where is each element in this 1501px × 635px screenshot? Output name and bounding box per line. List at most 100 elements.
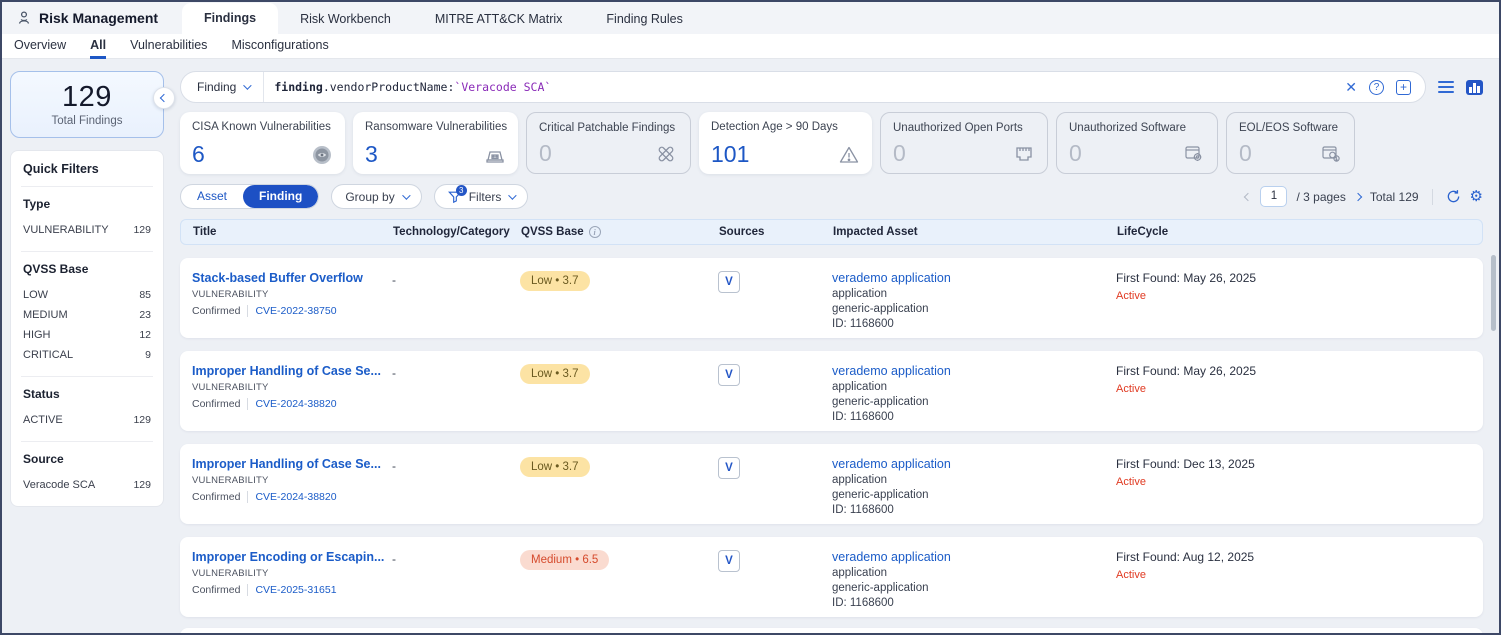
source-badge-veracode[interactable]: V xyxy=(718,271,740,293)
ethernet-port-icon xyxy=(1013,143,1035,165)
ransomware-icon xyxy=(484,144,506,166)
filter-item-veracode-sca[interactable]: Veracode SCA 129 xyxy=(23,475,151,495)
filter-item-medium[interactable]: MEDIUM 23 xyxy=(23,305,151,325)
filters-dropdown[interactable]: 3 Filters xyxy=(434,184,529,209)
asset-type: application xyxy=(832,567,1116,579)
asset-toggle-button[interactable]: Asset xyxy=(181,185,243,208)
asset-name-link[interactable]: verademo application xyxy=(832,550,1116,564)
filter-section-type: Type VULNERABILITY 129 xyxy=(21,187,153,252)
card-detection-age[interactable]: Detection Age > 90 Days 101 xyxy=(699,112,872,174)
refresh-icon[interactable] xyxy=(1446,189,1461,204)
filter-item-critical[interactable]: CRITICAL 9 xyxy=(23,345,151,365)
lifecycle-state: Active xyxy=(1116,383,1483,395)
chevron-left-icon xyxy=(160,94,168,102)
search-scope-label: Finding xyxy=(197,80,236,94)
query-field: .vendorProductName: xyxy=(323,80,455,94)
sidebar-collapse-button[interactable] xyxy=(153,87,175,109)
filter-section-title: Status xyxy=(23,387,151,401)
subnav-vulnerabilities[interactable]: Vulnerabilities xyxy=(130,34,207,59)
first-found: First Found: Aug 12, 2025 xyxy=(1116,550,1483,564)
card-value: 6 xyxy=(192,143,205,166)
vertical-scrollbar[interactable] xyxy=(1491,255,1496,331)
col-title: Title xyxy=(193,226,393,238)
filters-badge: 3 xyxy=(456,185,467,196)
tab-mitre-attack-matrix[interactable]: MITRE ATT&CK Matrix xyxy=(413,4,585,34)
tab-risk-workbench[interactable]: Risk Workbench xyxy=(278,4,413,34)
info-icon[interactable]: i xyxy=(589,226,601,238)
chevron-down-icon xyxy=(402,191,410,199)
finding-type: VULNERABILITY xyxy=(192,382,392,393)
prev-page-icon[interactable] xyxy=(1244,192,1252,200)
table-row[interactable]: Stack-based Buffer Overflow VULNERABILIT… xyxy=(180,258,1483,338)
asset-subtype: generic-application xyxy=(832,582,1116,594)
asset-name-link[interactable]: verademo application xyxy=(832,271,1116,285)
card-eol-eos-software[interactable]: EOL/EOS Software 0 xyxy=(1226,112,1355,174)
chevron-down-icon xyxy=(244,81,252,89)
card-value: 0 xyxy=(1239,142,1252,165)
group-by-dropdown[interactable]: Group by xyxy=(331,184,421,209)
table-row[interactable]: Improper Handling of Case Se... VULNERAB… xyxy=(180,444,1483,524)
source-badge-veracode[interactable]: V xyxy=(718,364,740,386)
warning-triangle-icon xyxy=(838,144,860,166)
subnav-all[interactable]: All xyxy=(90,34,106,59)
filter-item-vulnerability[interactable]: VULNERABILITY 129 xyxy=(23,220,151,240)
asset-subtype: generic-application xyxy=(832,303,1116,315)
asset-name-link[interactable]: verademo application xyxy=(832,364,1116,378)
cve-link[interactable]: CVE-2024-38820 xyxy=(248,491,336,503)
qvss-pill: Medium • 6.5 xyxy=(520,550,609,570)
pages-total-label: / 3 pages xyxy=(1296,190,1345,204)
subnav-overview[interactable]: Overview xyxy=(14,34,66,59)
source-badge-veracode[interactable]: V xyxy=(718,550,740,572)
filter-label: ACTIVE xyxy=(23,414,63,426)
card-unauthorized-open-ports[interactable]: Unauthorized Open Ports 0 xyxy=(880,112,1048,174)
list-view-icon[interactable] xyxy=(1438,81,1454,93)
source-badge-veracode[interactable]: V xyxy=(718,457,740,479)
filter-count: 129 xyxy=(133,479,151,491)
subnav-misconfigurations[interactable]: Misconfigurations xyxy=(231,34,328,59)
card-unauthorized-software[interactable]: Unauthorized Software 0 xyxy=(1056,112,1218,174)
card-ransomware-vulnerabilities[interactable]: Ransomware Vulnerabilities 3 xyxy=(353,112,518,174)
card-cisa-known-vulnerabilities[interactable]: CISA Known Vulnerabilities 6 xyxy=(180,112,345,174)
card-value: 3 xyxy=(365,143,378,166)
cve-link[interactable]: CVE-2022-38750 xyxy=(248,305,336,317)
finding-title-link[interactable]: Improper Encoding or Escapin... xyxy=(192,550,392,564)
filter-section-title: Source xyxy=(23,452,151,466)
clear-search-icon[interactable]: ✕ xyxy=(1345,80,1357,94)
search-scope-dropdown[interactable]: Finding xyxy=(181,72,264,102)
risk-management-window: Risk Management Findings Risk Workbench … xyxy=(0,0,1501,635)
page-number-input[interactable]: 1 xyxy=(1260,186,1287,207)
search-query-input[interactable]: finding.vendorProductName:`Veracode SCA` xyxy=(264,80,1331,94)
finding-title-link[interactable]: Stack-based Buffer Overflow xyxy=(192,271,392,285)
tab-findings[interactable]: Findings xyxy=(182,3,278,34)
col-lifecycle: LifeCycle xyxy=(1117,226,1482,238)
table-row[interactable]: Improper Encoding or Escapin... VULNERAB… xyxy=(180,537,1483,617)
card-value: 101 xyxy=(711,143,749,166)
filter-count: 129 xyxy=(133,414,151,426)
search-row: Finding finding.vendorProductName:`Verac… xyxy=(180,71,1483,103)
settings-gear-icon[interactable]: ⚙ xyxy=(1470,189,1483,204)
card-label: Unauthorized Open Ports xyxy=(893,122,1035,134)
next-page-icon[interactable] xyxy=(1354,192,1362,200)
filter-item-low[interactable]: LOW 85 xyxy=(23,285,151,305)
asset-name-link[interactable]: verademo application xyxy=(832,457,1116,471)
add-query-icon[interactable]: + xyxy=(1396,80,1411,95)
finding-title-link[interactable]: Improper Handling of Case Se... xyxy=(192,457,392,471)
main-tabs: Findings Risk Workbench MITRE ATT&CK Mat… xyxy=(182,2,705,34)
lifecycle-state: Active xyxy=(1116,569,1483,581)
filter-item-high[interactable]: HIGH 12 xyxy=(23,325,151,345)
cve-link[interactable]: CVE-2024-38820 xyxy=(248,398,336,410)
card-critical-patchable-findings[interactable]: Critical Patchable Findings 0 xyxy=(526,112,691,174)
finding-title-link[interactable]: Improper Handling of Case Se... xyxy=(192,364,392,378)
help-icon[interactable]: ? xyxy=(1369,80,1384,95)
chart-view-icon[interactable] xyxy=(1466,80,1483,95)
cve-link[interactable]: CVE-2025-31651 xyxy=(248,584,336,596)
quick-filters-title: Quick Filters xyxy=(21,151,153,187)
finding-toggle-button[interactable]: Finding xyxy=(243,185,318,208)
sidebar: 129 Total Findings Quick Filters Type VU… xyxy=(2,59,170,633)
filter-count: 12 xyxy=(139,329,151,341)
tab-finding-rules[interactable]: Finding Rules xyxy=(584,4,704,34)
asset-id: ID: 1168600 xyxy=(832,504,1116,516)
table-row[interactable]: Improper Handling of Case Se... VULNERAB… xyxy=(180,351,1483,431)
asset-id: ID: 1168600 xyxy=(832,411,1116,423)
filter-item-active[interactable]: ACTIVE 129 xyxy=(23,410,151,430)
